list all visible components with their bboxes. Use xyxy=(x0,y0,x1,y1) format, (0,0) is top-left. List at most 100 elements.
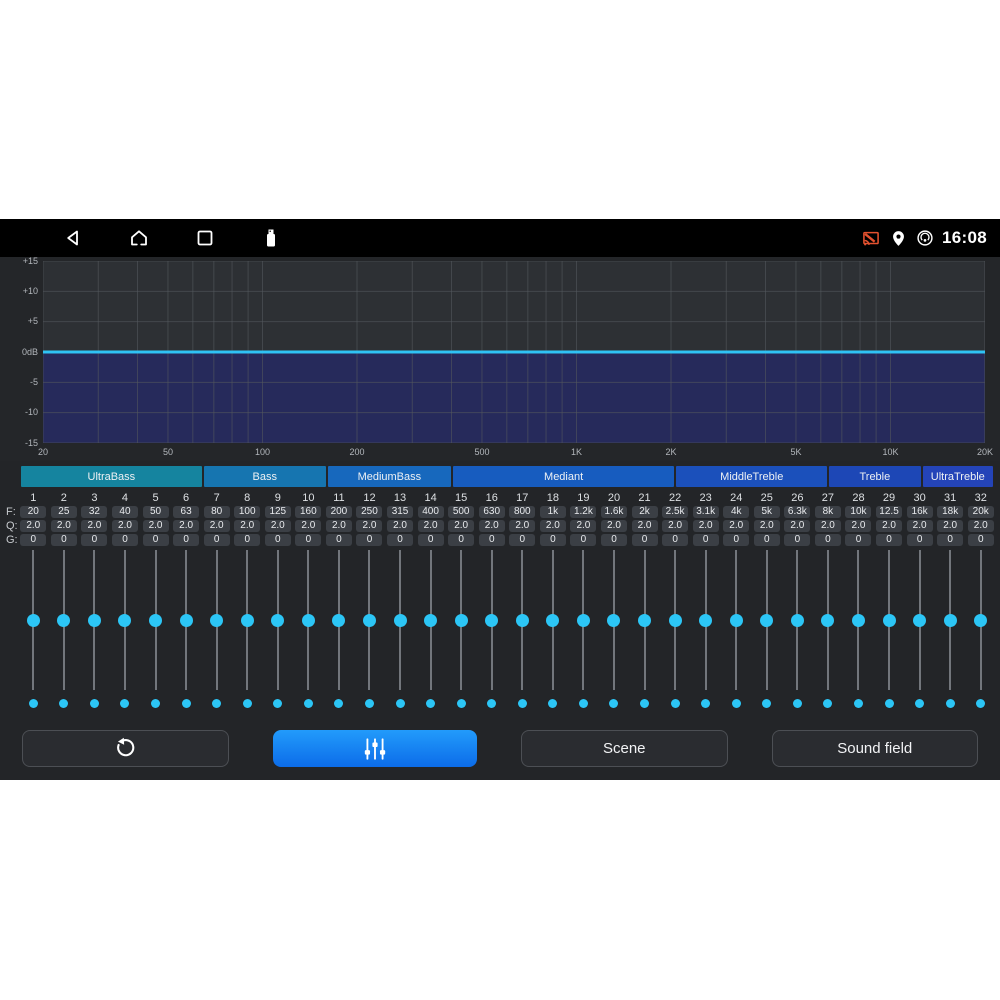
slider-knob[interactable] xyxy=(363,614,376,627)
slider-knob[interactable] xyxy=(607,614,620,627)
sound-field-button[interactable]: Sound field xyxy=(772,730,979,767)
gain-slider[interactable] xyxy=(568,550,599,690)
gain-slider[interactable] xyxy=(232,550,263,690)
equalizer-button[interactable] xyxy=(273,730,478,767)
gain-value-cell: 0 xyxy=(476,534,507,546)
gain-slider[interactable] xyxy=(965,550,996,690)
frequency-value-cell: 6.3k xyxy=(782,506,813,518)
slider-knob[interactable] xyxy=(241,614,254,627)
gain-slider[interactable] xyxy=(935,550,966,690)
slider-knob[interactable] xyxy=(577,614,590,627)
gain-slider[interactable] xyxy=(538,550,569,690)
gain-slider[interactable] xyxy=(171,550,202,690)
q-value: 2.0 xyxy=(387,520,413,532)
slider-knob[interactable] xyxy=(118,614,131,627)
slider-knob[interactable] xyxy=(516,614,529,627)
y-tick-label: +10 xyxy=(2,286,38,296)
gain-slider[interactable] xyxy=(263,550,294,690)
band-label-treble: Treble xyxy=(829,466,920,487)
gain-slider[interactable] xyxy=(507,550,538,690)
slider-knob[interactable] xyxy=(210,614,223,627)
gain-slider[interactable] xyxy=(476,550,507,690)
gain-slider[interactable] xyxy=(874,550,905,690)
gain-slider[interactable] xyxy=(660,550,691,690)
slider-knob[interactable] xyxy=(546,614,559,627)
frequency-value: 20 xyxy=(20,506,46,518)
slider-knob[interactable] xyxy=(424,614,437,627)
gain-slider[interactable] xyxy=(140,550,171,690)
slider-knob[interactable] xyxy=(88,614,101,627)
slider-knob[interactable] xyxy=(394,614,407,627)
gain-slider[interactable] xyxy=(813,550,844,690)
slider-knob[interactable] xyxy=(27,614,40,627)
gain-value: 0 xyxy=(876,534,902,546)
slider-knob[interactable] xyxy=(180,614,193,627)
gain-value: 0 xyxy=(815,534,841,546)
q-value-cell: 2.0 xyxy=(201,520,232,532)
back-icon[interactable] xyxy=(62,227,84,249)
slider-knob[interactable] xyxy=(974,614,987,627)
gain-slider[interactable] xyxy=(415,550,446,690)
frequency-value: 10k xyxy=(845,506,871,518)
gain-slider[interactable] xyxy=(782,550,813,690)
x-tick-label: 500 xyxy=(474,447,489,457)
q-value: 2.0 xyxy=(540,520,566,532)
slider-knob[interactable] xyxy=(669,614,682,627)
q-value: 2.0 xyxy=(968,520,994,532)
gain-slider[interactable] xyxy=(690,550,721,690)
frequency-value: 630 xyxy=(479,506,505,518)
slider-knob[interactable] xyxy=(149,614,162,627)
slider-knob[interactable] xyxy=(455,614,468,627)
gain-slider[interactable] xyxy=(629,550,660,690)
equalizer-panel: +15+10+50dB-5-10-15 20501002005001K2K5K1… xyxy=(0,257,1000,780)
scene-button[interactable]: Scene xyxy=(521,730,728,767)
slider-knob[interactable] xyxy=(730,614,743,627)
gain-slider[interactable] xyxy=(599,550,630,690)
slider-knob[interactable] xyxy=(485,614,498,627)
gain-slider[interactable] xyxy=(201,550,232,690)
slider-knob[interactable] xyxy=(883,614,896,627)
slider-knob[interactable] xyxy=(57,614,70,627)
gain-slider[interactable] xyxy=(324,550,355,690)
home-icon[interactable] xyxy=(128,227,150,249)
band-label-ultrabass: UltraBass xyxy=(21,466,202,487)
slider-knob[interactable] xyxy=(638,614,651,627)
gain-slider[interactable] xyxy=(843,550,874,690)
recents-icon[interactable] xyxy=(194,227,216,249)
q-value: 2.0 xyxy=(876,520,902,532)
slider-knob[interactable] xyxy=(699,614,712,627)
slider-knob[interactable] xyxy=(332,614,345,627)
gain-slider[interactable] xyxy=(904,550,935,690)
gain-slider[interactable] xyxy=(752,550,783,690)
gain-slider[interactable] xyxy=(385,550,416,690)
gain-slider[interactable] xyxy=(721,550,752,690)
gain-slider[interactable] xyxy=(293,550,324,690)
gain-slider[interactable] xyxy=(354,550,385,690)
android-status-bar: 16:08 xyxy=(0,219,1000,257)
slider-knob[interactable] xyxy=(913,614,926,627)
gain-slider[interactable] xyxy=(18,550,49,690)
slider-knob[interactable] xyxy=(302,614,315,627)
gain-slider[interactable] xyxy=(49,550,80,690)
channel-number: 5 xyxy=(140,490,171,505)
slider-knob[interactable] xyxy=(271,614,284,627)
channel-number: 28 xyxy=(843,490,874,505)
gain-value: 0 xyxy=(448,534,474,546)
bottom-button-row: Scene Sound field xyxy=(0,708,1000,767)
gain-slider[interactable] xyxy=(110,550,141,690)
gain-value: 0 xyxy=(570,534,596,546)
slider-knob[interactable] xyxy=(821,614,834,627)
q-value: 2.0 xyxy=(143,520,169,532)
slider-knob[interactable] xyxy=(852,614,865,627)
gain-value-cell: 0 xyxy=(629,534,660,546)
gain-slider[interactable] xyxy=(79,550,110,690)
gain-value-cell: 0 xyxy=(446,534,477,546)
gain-value-cell: 0 xyxy=(18,534,49,546)
gain-value-cell: 0 xyxy=(599,534,630,546)
reset-button[interactable] xyxy=(22,730,229,767)
slider-knob[interactable] xyxy=(760,614,773,627)
slider-base-dot-cell xyxy=(782,698,813,708)
slider-knob[interactable] xyxy=(944,614,957,627)
gain-slider[interactable] xyxy=(446,550,477,690)
slider-knob[interactable] xyxy=(791,614,804,627)
